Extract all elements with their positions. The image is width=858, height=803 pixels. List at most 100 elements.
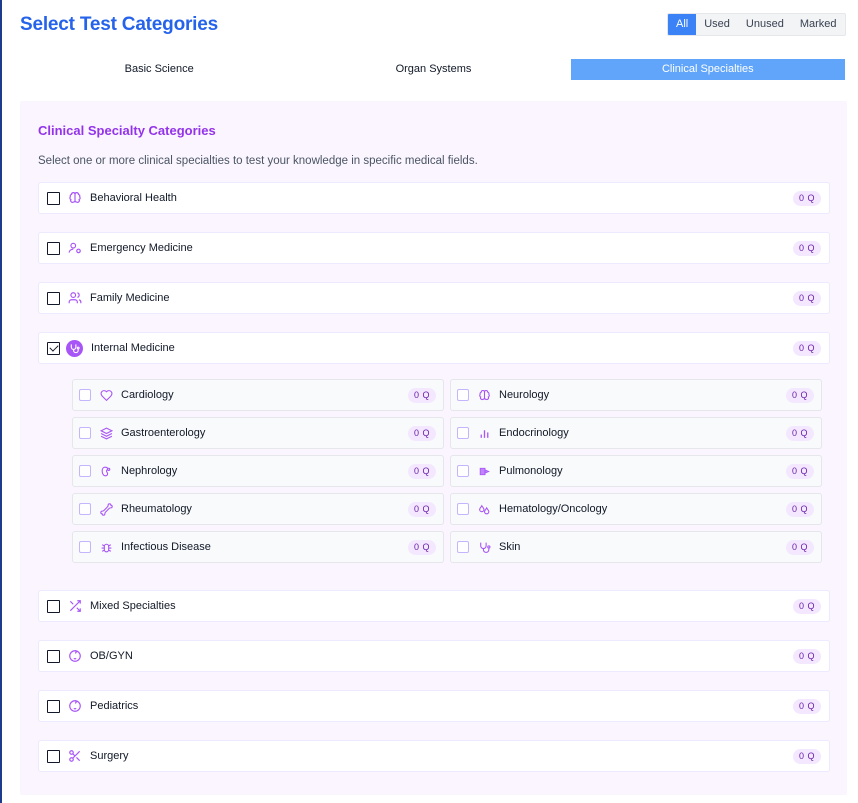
question-count-badge: 0 Q	[785, 426, 814, 441]
kidney-icon	[100, 465, 113, 478]
category-internal-medicine[interactable]: Internal Medicine 0 Q	[38, 332, 830, 364]
category-checkbox[interactable]	[47, 699, 60, 713]
panel-title: Clinical Specialty Categories	[38, 123, 216, 138]
category-checkbox[interactable]	[47, 291, 60, 305]
subcategory-label: Nephrology	[121, 465, 178, 477]
baby-icon	[68, 699, 82, 713]
subcategory-gastroenterology[interactable]: Gastroenterology 0 Q	[72, 417, 444, 449]
category-label: Mixed Specialties	[90, 600, 176, 612]
subcategory-rheumatology[interactable]: Rheumatology 0 Q	[72, 493, 444, 525]
subcategory-neurology[interactable]: Neurology 0 Q	[450, 379, 822, 411]
subcategory-checkbox[interactable]	[457, 541, 469, 553]
subcategory-checkbox[interactable]	[79, 427, 91, 439]
category-checkbox[interactable]	[47, 599, 60, 613]
subcategory-label: Endocrinology	[499, 427, 569, 439]
subcategory-checkbox[interactable]	[457, 465, 469, 477]
subcategory-checkbox[interactable]	[457, 503, 469, 515]
left-edge-rule	[0, 0, 2, 803]
question-count-badge: 0 Q	[792, 191, 821, 206]
shuffle-icon	[68, 599, 82, 613]
brain-icon	[68, 191, 82, 205]
subcategory-checkbox[interactable]	[79, 465, 91, 477]
question-count-badge: 0 Q	[792, 241, 821, 256]
category-pediatrics[interactable]: Pediatrics 0 Q	[38, 690, 830, 722]
category-label: Family Medicine	[90, 292, 170, 304]
subcategory-checkbox[interactable]	[457, 389, 469, 401]
heart-icon	[100, 389, 113, 402]
category-family-medicine[interactable]: Family Medicine 0 Q	[38, 282, 830, 314]
subcategory-skin[interactable]: Skin 0 Q	[450, 531, 822, 563]
layers-icon	[100, 426, 113, 440]
subcategory-label: Cardiology	[121, 389, 174, 401]
subcategory-hematology-oncology[interactable]: Hematology/Oncology 0 Q	[450, 493, 822, 525]
subcategory-label: Infectious Disease	[121, 541, 211, 553]
category-label: Surgery	[90, 750, 129, 762]
baby-icon	[68, 649, 82, 663]
category-label: Internal Medicine	[91, 342, 175, 354]
tab-basic-science[interactable]: Basic Science	[22, 59, 296, 80]
usage-filter-group: All Used Unused Marked	[667, 13, 846, 36]
filter-unused-button[interactable]: Unused	[737, 14, 792, 35]
question-count-badge: 0 Q	[407, 502, 436, 517]
category-checkbox[interactable]	[47, 191, 60, 205]
category-ob-gyn[interactable]: OB/GYN 0 Q	[38, 640, 830, 672]
filter-all-button[interactable]: All	[668, 14, 697, 35]
bar-chart-icon	[478, 427, 491, 440]
question-count-badge: 0 Q	[792, 699, 821, 714]
subcategory-endocrinology[interactable]: Endocrinology 0 Q	[450, 417, 822, 449]
subcategory-checkbox[interactable]	[79, 503, 91, 515]
subcategory-label: Skin	[499, 541, 521, 553]
subcategory-checkbox[interactable]	[457, 427, 469, 439]
subcategory-label: Pulmonology	[499, 465, 563, 477]
category-checkbox[interactable]	[47, 341, 60, 355]
category-surgery[interactable]: Surgery 0 Q	[38, 740, 830, 772]
clinical-specialty-panel: Clinical Specialty Categories Select one…	[20, 101, 847, 795]
category-label: Behavioral Health	[90, 192, 177, 204]
question-count-badge: 0 Q	[407, 464, 436, 479]
category-label: Pediatrics	[90, 700, 139, 712]
question-count-badge: 0 Q	[792, 749, 821, 764]
user-cog-icon	[68, 241, 82, 255]
subcategory-checkbox[interactable]	[79, 541, 91, 553]
category-label: Emergency Medicine	[90, 242, 193, 254]
bug-icon	[100, 541, 113, 554]
category-behavioral-health[interactable]: Behavioral Health 0 Q	[38, 182, 830, 214]
filter-used-button[interactable]: Used	[696, 14, 738, 35]
category-checkbox[interactable]	[47, 649, 60, 663]
category-checkbox[interactable]	[47, 241, 60, 255]
scissors-icon	[68, 749, 82, 763]
category-checkbox[interactable]	[47, 749, 60, 763]
tab-organ-systems[interactable]: Organ Systems	[296, 59, 570, 80]
subcategory-infectious-disease[interactable]: Infectious Disease 0 Q	[72, 531, 444, 563]
question-count-badge: 0 Q	[792, 599, 821, 614]
subcategory-nephrology[interactable]: Nephrology 0 Q	[72, 455, 444, 487]
brain-icon	[478, 389, 491, 402]
subcategory-pulmonology[interactable]: Pulmonology 0 Q	[450, 455, 822, 487]
question-count-badge: 0 Q	[785, 388, 814, 403]
question-count-badge: 0 Q	[792, 291, 821, 306]
stethoscope-icon	[478, 541, 491, 554]
subcategory-checkbox[interactable]	[79, 389, 91, 401]
tab-clinical-specialties[interactable]: Clinical Specialties	[570, 59, 845, 80]
category-emergency-medicine[interactable]: Emergency Medicine 0 Q	[38, 232, 830, 264]
question-count-badge: 0 Q	[785, 540, 814, 555]
question-count-badge: 0 Q	[407, 426, 436, 441]
category-tabs: Basic Science Organ Systems Clinical Spe…	[22, 59, 845, 80]
bone-icon	[100, 502, 113, 516]
question-count-badge: 0 Q	[785, 502, 814, 517]
subcategory-label: Gastroenterology	[121, 427, 206, 439]
subcategory-label: Neurology	[499, 389, 550, 401]
stethoscope-icon	[66, 339, 83, 357]
subcategory-cardiology[interactable]: Cardiology 0 Q	[72, 379, 444, 411]
subcategory-label: Rheumatology	[121, 503, 192, 515]
panel-description: Select one or more clinical specialties …	[38, 155, 478, 167]
filter-marked-button[interactable]: Marked	[791, 14, 845, 35]
category-mixed-specialties[interactable]: Mixed Specialties 0 Q	[38, 590, 830, 622]
droplets-icon	[478, 503, 491, 516]
category-label: OB/GYN	[90, 650, 133, 662]
question-count-badge: 0 Q	[785, 464, 814, 479]
question-count-badge: 0 Q	[407, 540, 436, 555]
question-count-badge: 0 Q	[407, 388, 436, 403]
users-icon	[68, 291, 82, 305]
question-count-badge: 0 Q	[792, 341, 821, 356]
